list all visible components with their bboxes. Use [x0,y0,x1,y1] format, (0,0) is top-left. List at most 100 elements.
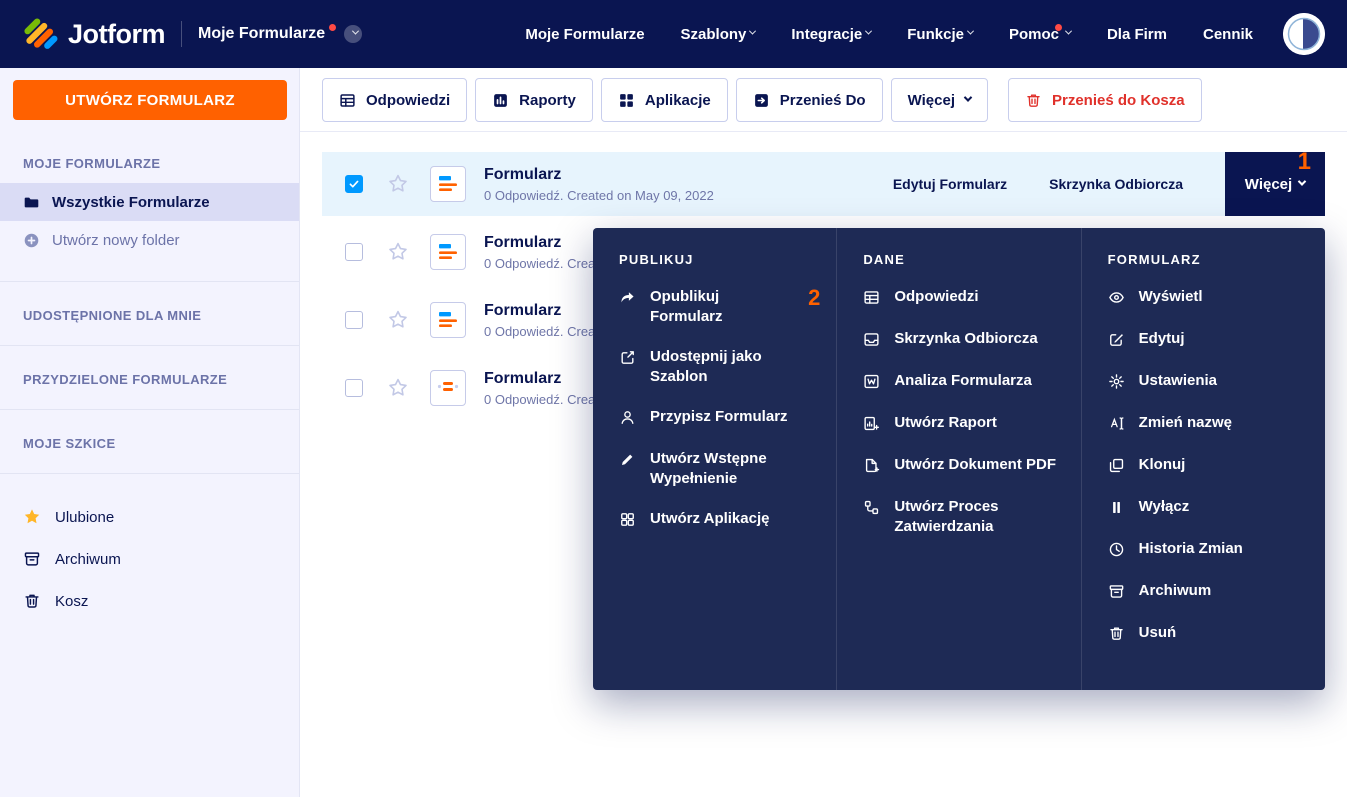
avatar[interactable] [1283,13,1325,55]
menu-item-create-app[interactable]: Utwórz Aplikację [619,509,820,531]
trash-icon [1108,625,1125,642]
menu-item-clone[interactable]: Klonuj [1108,455,1309,477]
star-icon[interactable] [387,377,409,399]
move-to-icon [753,92,770,109]
table-icon [339,92,356,109]
menu-item-settings[interactable]: Ustawienia [1108,371,1309,393]
form-type-icon [430,234,466,270]
form-type-icon [430,302,466,338]
form-row[interactable]: Formularz 0 Odpowiedź. Created on May 09… [322,152,1325,216]
jotform-logo[interactable]: Jotform [22,16,165,52]
menu-column-data: DANE Odpowiedzi Skrzynka Odbiorcza [836,228,1080,690]
top-navbar: Jotform Moje Formularze Moje Formularze … [0,0,1347,68]
menu-column-form: FORMULARZ Wyświetl Edytuj [1081,228,1325,690]
folder-icon [23,194,40,211]
pencil-icon [619,451,636,468]
card-form-type-icon [430,370,466,406]
pause-icon [1108,499,1125,516]
menu-item-assign-form[interactable]: Przypisz Formularz [619,407,820,429]
table-icon [863,289,880,306]
workspace-switcher[interactable]: Moje Formularze [198,25,362,43]
sidebar-item-label: Ulubione [55,509,114,526]
menu-item-form-analytics[interactable]: Analiza Formularza [863,371,1064,393]
nav-item-dla-firm[interactable]: Dla Firm [1107,26,1167,43]
jotform-logo-icon [22,16,58,52]
nav-item-moje-formularze[interactable]: Moje Formularze [525,26,644,43]
menu-item-edit[interactable]: Edytuj [1108,329,1309,351]
report-plus-icon [863,415,880,432]
step-1-annotation: 1 [1298,150,1311,174]
sidebar-divider [0,473,299,474]
row-checkbox[interactable] [345,311,363,329]
star-icon[interactable] [387,173,409,195]
menu-item-create-prefill[interactable]: Utwórz Wstępne Wypełnienie [619,449,820,489]
sidebar-item-new-folder[interactable]: Utwórz nowy folder [0,221,299,259]
menu-item-create-pdf[interactable]: Utwórz Dokument PDF [863,455,1064,477]
rename-icon [1108,415,1125,432]
star-icon[interactable] [387,309,409,331]
menu-item-inbox[interactable]: Skrzynka Odbiorcza [863,329,1064,351]
chevron-down-icon [865,28,872,35]
clone-icon [1108,457,1125,474]
workspace-label: Moje Formularze [198,25,325,43]
apps-button[interactable]: Aplikacje [601,78,728,122]
menu-item-archive[interactable]: Archiwum [1108,581,1309,603]
gear-icon [1108,373,1125,390]
chevron-down-icon [967,28,974,35]
menu-item-delete[interactable]: Usuń [1108,623,1309,645]
nav-item-funkcje[interactable]: Funkcje [907,26,973,43]
archive-icon [23,550,41,568]
archive-icon [1108,583,1125,600]
check-icon [348,178,360,190]
menu-item-publish-form[interactable]: Opublikuj Formularz 2 [619,287,820,327]
move-to-trash-button[interactable]: Przenieś do Kosza [1008,78,1202,122]
data-header: DANE [863,252,1064,267]
star-icon[interactable] [387,241,409,263]
form-type-icon [430,166,466,202]
sidebar-item-all-forms[interactable]: Wszystkie Formularze [0,183,299,221]
sidebar-divider [0,345,299,346]
toolbar-divider [300,131,1347,132]
row-checkbox[interactable] [345,379,363,397]
sidebar-item-trash[interactable]: Kosz [0,580,299,622]
chevron-down-icon [1065,28,1072,35]
edit-icon [1108,331,1125,348]
nav-item-integracje[interactable]: Integracje [791,26,871,43]
chevron-down-icon [964,93,972,101]
more-button[interactable]: Więcej [891,78,988,122]
row-checkbox[interactable] [345,175,363,193]
nav-item-cennik[interactable]: Cennik [1203,26,1253,43]
menu-item-rename[interactable]: Zmień nazwę [1108,413,1309,435]
create-form-button[interactable]: UTWÓRZ FORMULARZ [13,80,287,120]
menu-item-create-approval-flow[interactable]: Utwórz Proces Zatwierdzania [863,497,1064,537]
row-checkbox[interactable] [345,243,363,261]
edit-form-link[interactable]: Edytuj Formularz [893,176,1007,192]
my-drafts-header: MOJE SZKICE [23,436,276,451]
menu-item-create-report[interactable]: Utwórz Raport [863,413,1064,435]
plus-circle-icon [23,232,40,249]
sidebar-item-archive[interactable]: Archiwum [0,538,299,580]
nav-item-szablony[interactable]: Szablony [681,26,756,43]
menu-item-revision-history[interactable]: Historia Zmian [1108,539,1309,561]
chevron-down-icon [749,28,756,35]
chevron-down-icon [344,25,362,43]
avatar-icon [1283,13,1325,55]
row-more-button[interactable]: Więcej 1 [1225,152,1325,216]
menu-item-share-as-template[interactable]: Udostępnij jako Szablon [619,347,820,387]
menu-item-responses[interactable]: Odpowiedzi [863,287,1064,309]
sidebar-item-favorites[interactable]: Ulubione [0,496,299,538]
brand-name: Jotform [68,19,165,50]
nav-item-pomoc[interactable]: Pomoc [1009,26,1071,43]
my-forms-header: MOJE FORMULARZE [23,156,276,171]
move-to-button[interactable]: Przenieś Do [736,78,883,122]
more-dropdown-menu: PUBLIKUJ Opublikuj Formularz 2 Udostępni… [593,228,1325,690]
responses-button[interactable]: Odpowiedzi [322,78,467,122]
menu-item-view[interactable]: Wyświetl [1108,287,1309,309]
sidebar-item-label: Utwórz nowy folder [52,232,180,249]
main-content: Odpowiedzi Raporty Aplikacje [300,68,1347,797]
inbox-link[interactable]: Skrzynka Odbiorcza [1049,176,1183,192]
notification-dot [1055,24,1062,31]
reports-button[interactable]: Raporty [475,78,593,122]
nav-divider [181,21,182,47]
menu-item-disable[interactable]: Wyłącz [1108,497,1309,519]
